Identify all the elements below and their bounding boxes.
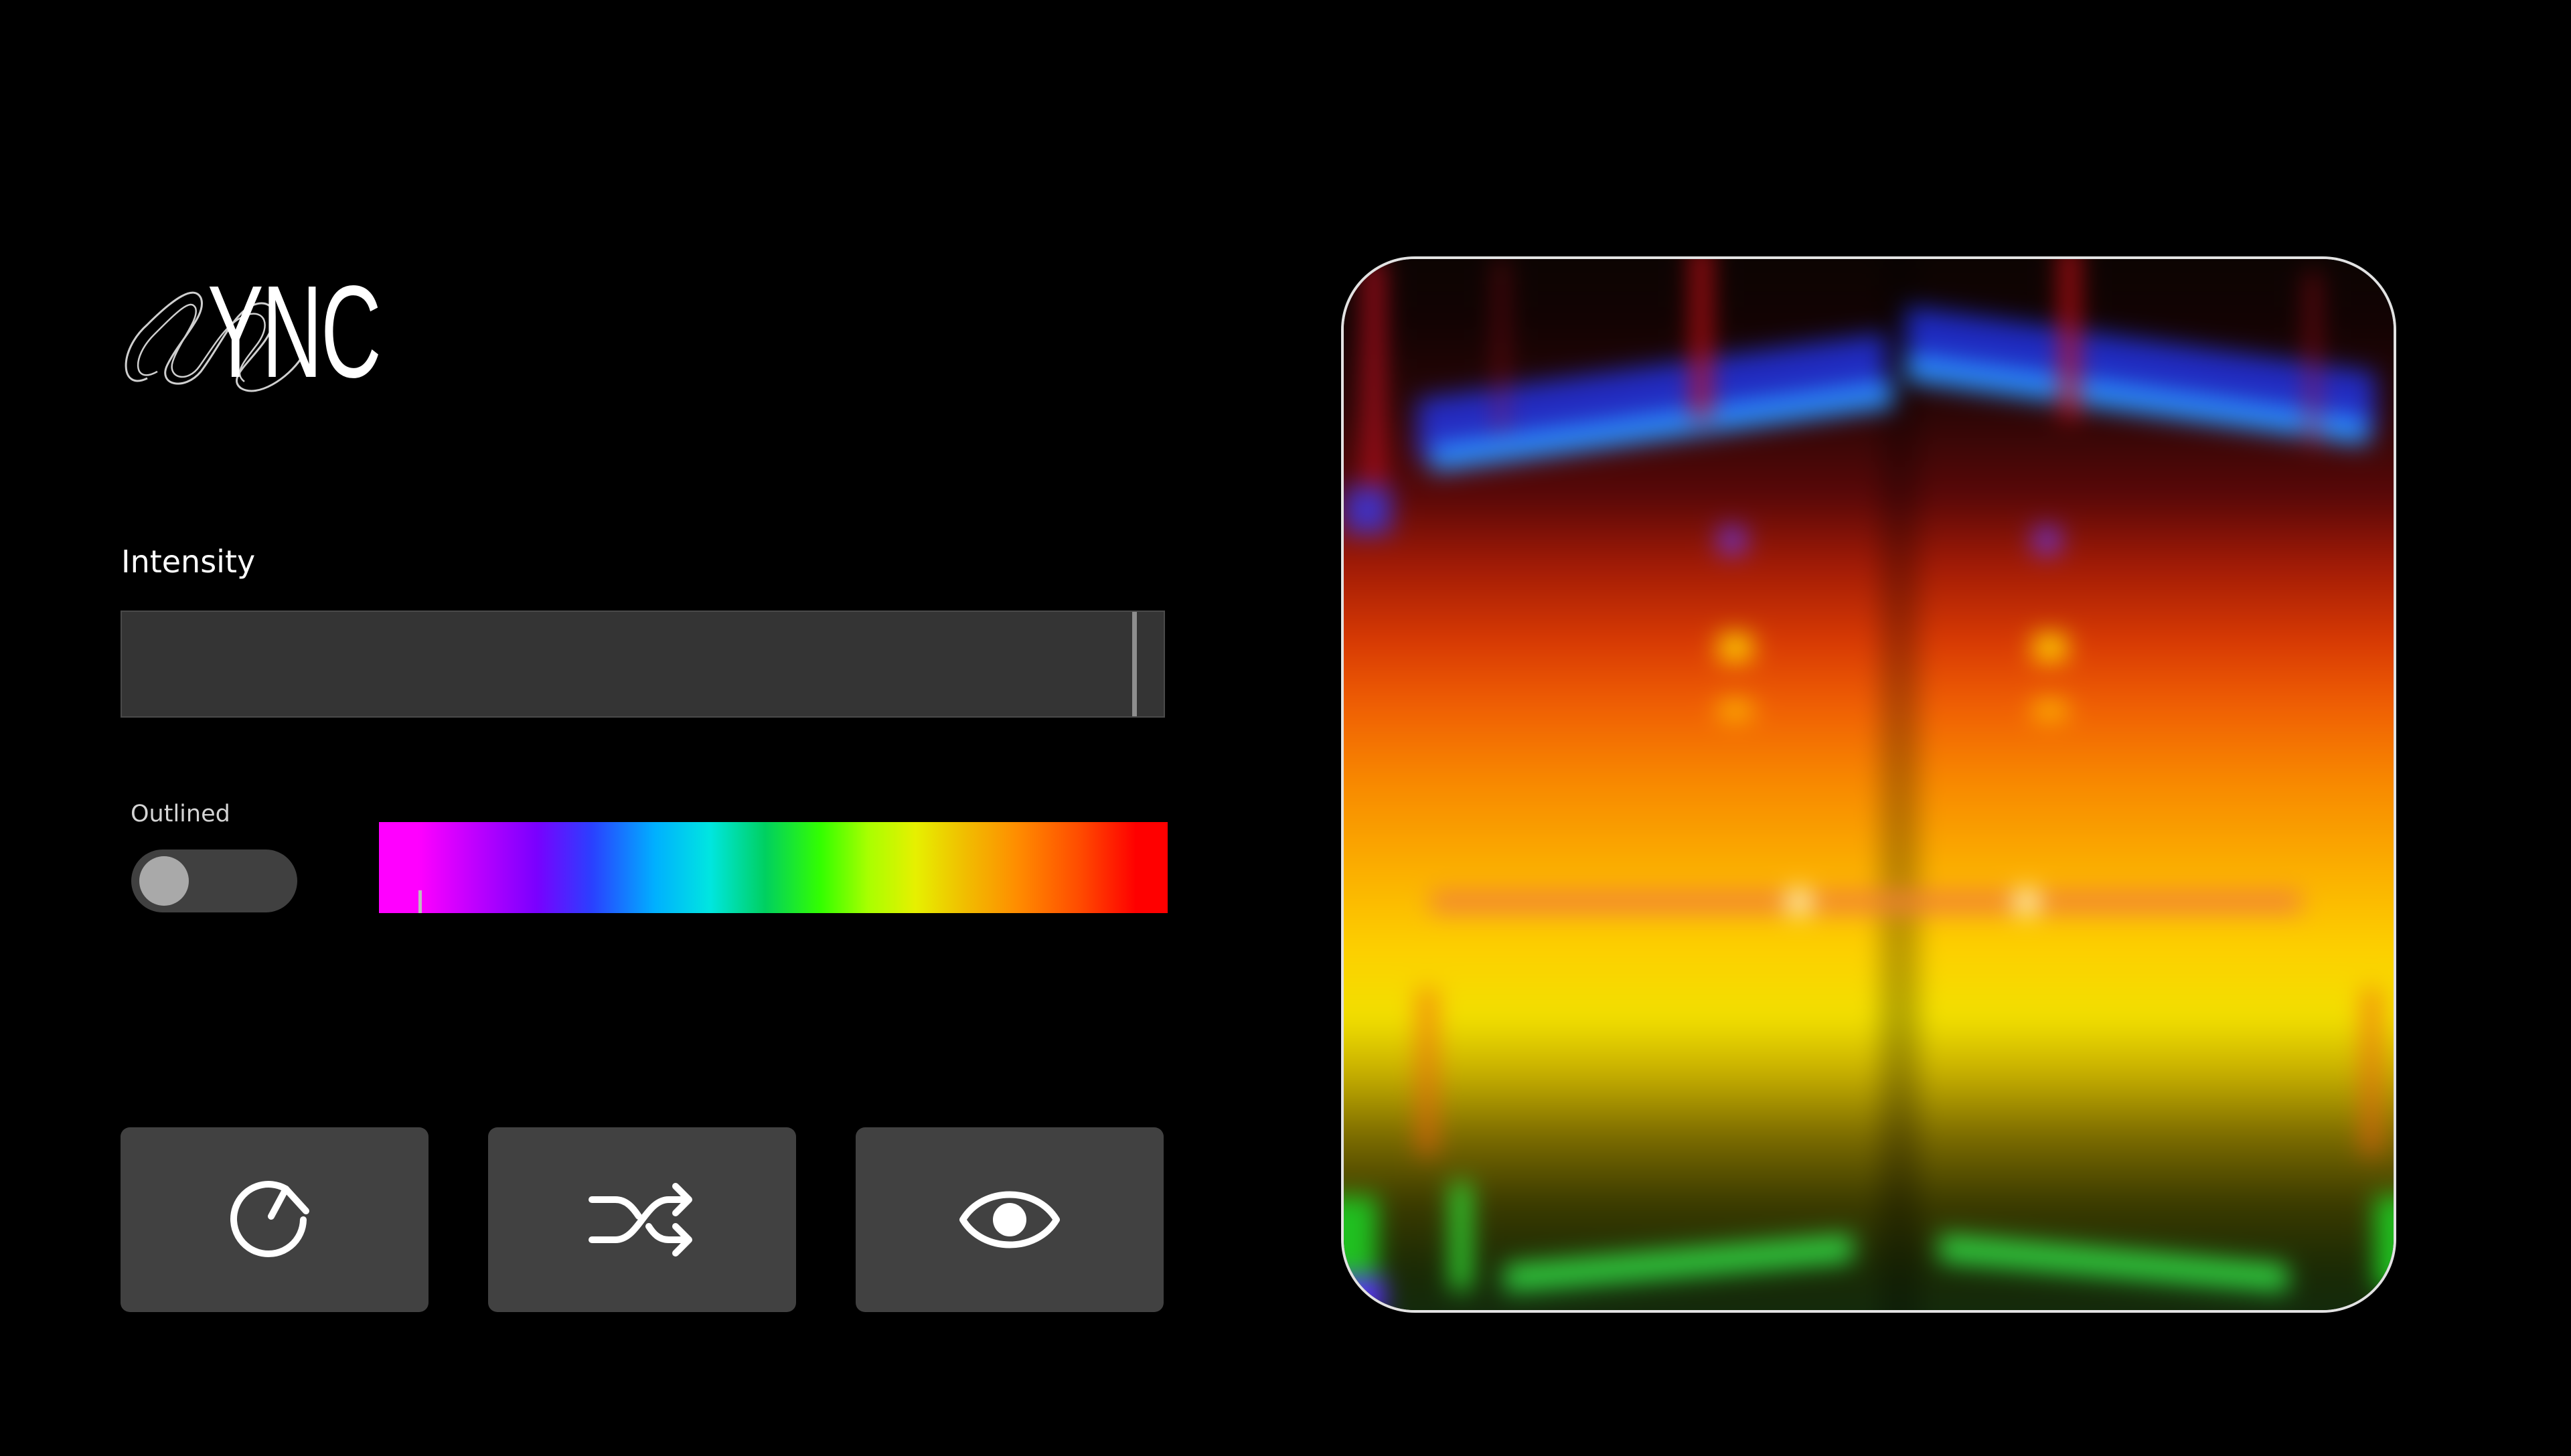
intensity-label: Intensity (121, 544, 256, 580)
view-button[interactable] (856, 1127, 1164, 1312)
shuffle-button[interactable] (488, 1127, 796, 1312)
intensity-slider[interactable] (121, 611, 1165, 718)
logo: YNC (121, 258, 415, 405)
reset-button[interactable] (121, 1127, 428, 1312)
outlined-toggle[interactable] (131, 850, 297, 912)
rotate-cw-icon (230, 1181, 309, 1258)
outlined-label: Outlined (131, 801, 230, 827)
eye-icon (959, 1191, 1060, 1248)
hue-spectrum-slider[interactable] (379, 822, 1168, 913)
intensity-slider-handle[interactable] (1132, 612, 1137, 716)
preview-visualization (1344, 259, 2394, 1310)
preview-panel (1341, 256, 2396, 1313)
logo-text: YNC (208, 258, 382, 405)
app-stage: YNC Intensity Outlined (0, 0, 2571, 1456)
outlined-toggle-knob[interactable] (139, 856, 189, 906)
hue-slider-marker[interactable] (418, 890, 422, 913)
shuffle-icon (589, 1183, 692, 1257)
